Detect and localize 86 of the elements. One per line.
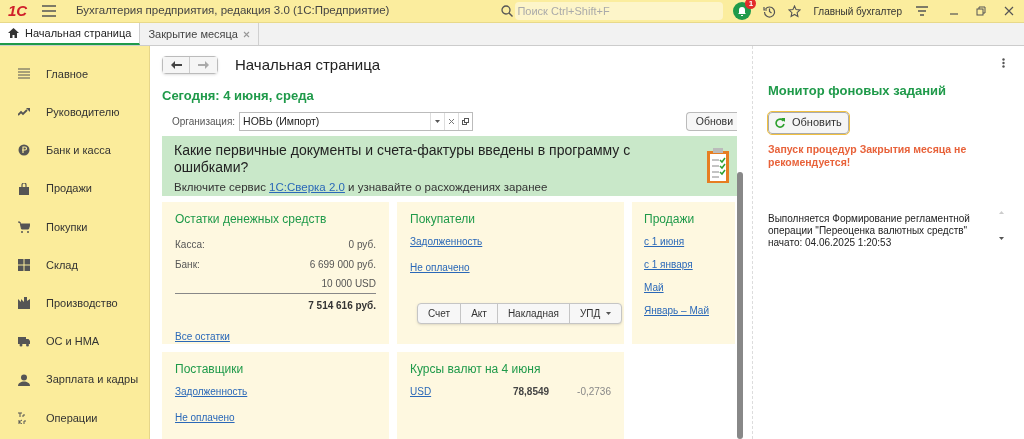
- service-link[interactable]: 1С:Сверка 2.0: [269, 181, 345, 193]
- more-icon: [1002, 58, 1005, 68]
- link[interactable]: Задолженность: [410, 234, 483, 250]
- link[interactable]: с 1 января: [644, 257, 693, 273]
- amount: 10 000 USD: [321, 277, 376, 292]
- forward-arrow-icon: [198, 61, 209, 69]
- section-icon: [18, 182, 30, 195]
- document-button[interactable]: Счет: [418, 304, 461, 324]
- document-button[interactable]: Акт: [460, 304, 497, 324]
- link[interactable]: Не оплачено: [175, 410, 235, 426]
- rate-change: -0,2736: [577, 385, 611, 400]
- section-icon: [18, 297, 30, 310]
- section-icon: [18, 373, 30, 386]
- back-arrow-icon: [170, 61, 182, 69]
- checklist-icon: [705, 148, 731, 184]
- sidebar-item[interactable]: Банк и касса: [0, 131, 149, 170]
- search-field[interactable]: Поиск Ctrl+Shift+F: [515, 2, 724, 20]
- section-icon: [18, 259, 30, 272]
- job-status: Выполняется Формирование регламентной операции "Переоценка валютных средств" начато: 04.06.2025 1:20:53: [768, 212, 971, 249]
- panel-title: Монитор фоновых заданий: [768, 82, 947, 100]
- clear-icon: [449, 119, 455, 124]
- window-title: Бухгалтерия предприятия, редакция 3.0 (1С:Предприятие): [76, 3, 390, 19]
- sidebar-item[interactable]: Продажи: [0, 169, 149, 208]
- open-icon: [462, 118, 470, 125]
- section-icon: [18, 220, 30, 233]
- sidebar-item[interactable]: Главное: [0, 55, 149, 94]
- amount: 6 699 000 руб.: [309, 257, 376, 272]
- widget-title: Остатки денежных средств: [175, 211, 328, 229]
- star-icon: [788, 4, 802, 18]
- exchange-rate: 78,8549: [512, 385, 550, 400]
- refresh-button[interactable]: Обновить: [768, 111, 849, 134]
- sidebar-item[interactable]: Зарплата и кадры: [0, 360, 149, 399]
- link[interactable]: Не оплачено: [410, 260, 470, 276]
- dropdown-icon: [606, 312, 612, 316]
- sidebar-item[interactable]: Операции: [0, 398, 149, 437]
- link[interactable]: USD: [410, 384, 432, 400]
- page-title: Начальная страница: [235, 54, 381, 75]
- field-label: Организация:: [172, 115, 236, 129]
- sidebar-item[interactable]: Руководителю: [0, 93, 149, 132]
- total-amount: 7 514 616 руб.: [308, 298, 376, 313]
- minimize-icon: [950, 13, 958, 15]
- history-icon: [763, 4, 777, 18]
- search-icon: [501, 5, 514, 17]
- warning-message: Запуск процедур Закрытия месяца не рекомендуется!: [768, 142, 968, 169]
- link[interactable]: Все остатки: [175, 329, 230, 345]
- widget-title: Курсы валют на 4 июня: [410, 361, 542, 379]
- scrollbar-thumb[interactable]: [737, 172, 743, 439]
- sidebar-item[interactable]: Производство: [0, 284, 149, 323]
- refresh-icon: [775, 117, 785, 128]
- link[interactable]: с 1 июня: [644, 234, 685, 250]
- refresh-button[interactable]: Обнови: [685, 112, 737, 131]
- scroll-arrows-icon: [999, 210, 1004, 241]
- document-button[interactable]: УПД: [568, 304, 622, 324]
- sidebar-item[interactable]: Покупки: [0, 207, 149, 246]
- notification-badge: 1: [745, 0, 757, 9]
- app-logo: 1С: [8, 0, 29, 21]
- widget-title: Продажи: [644, 211, 696, 229]
- home-icon: [8, 28, 19, 38]
- row-label: Банк:: [175, 257, 200, 272]
- section-icon: [18, 335, 30, 348]
- section-icon: [18, 68, 30, 81]
- menu-icon: [42, 5, 56, 17]
- banner-heading: Какие первичные документы и счета-фактуры введены в программу с ошибками?: [174, 142, 632, 176]
- tab[interactable]: Начальная страница: [0, 23, 141, 45]
- dropdown-icon: [435, 120, 441, 123]
- organization-field[interactable]: НОВЬ (Импорт): [239, 112, 474, 131]
- document-button[interactable]: Накладная: [496, 304, 569, 324]
- date-heading: Сегодня: 4 июня, среда: [162, 87, 315, 102]
- banner-text: Включите сервис 1С:Сверка 2.0 и узнавайте о расхождениях заранее: [174, 180, 549, 195]
- restore-icon: [976, 6, 986, 16]
- sidebar-item[interactable]: Склад: [0, 245, 149, 285]
- link[interactable]: Задолженность: [175, 384, 248, 400]
- close-icon: [1004, 6, 1014, 16]
- back-button[interactable]: [163, 57, 190, 73]
- close-icon: [242, 30, 250, 38]
- link[interactable]: Май: [644, 280, 664, 296]
- link[interactable]: Январь – Май: [644, 303, 709, 319]
- bell-icon: [737, 6, 748, 16]
- sidebar-item[interactable]: ОС и НМА: [0, 322, 149, 361]
- widget-title: Поставщики: [175, 361, 245, 379]
- user-name: Главный бухгалтер: [813, 4, 902, 19]
- section-icon: [18, 144, 30, 157]
- row-label: Касса:: [175, 237, 205, 252]
- filter-menu-icon: [916, 5, 928, 17]
- widget-title: Покупатели: [410, 211, 476, 229]
- amount: 0 руб.: [348, 237, 376, 252]
